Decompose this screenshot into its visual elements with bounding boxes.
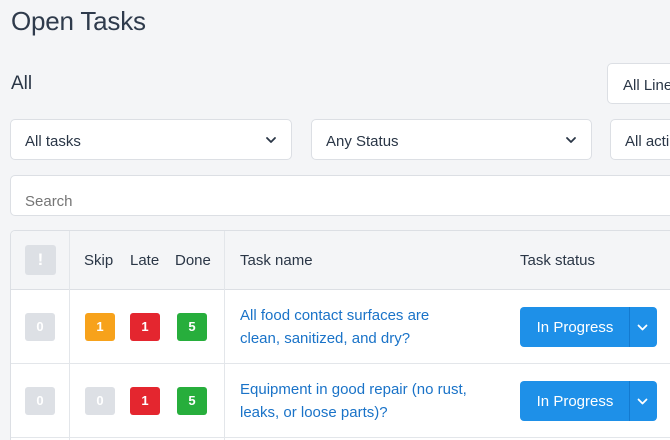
task-name-line: Equipment in good repair (no rust, [240, 381, 467, 398]
late-column-header: Late [130, 252, 160, 269]
status-filter-label: Any Status [326, 133, 399, 150]
chevron-down-icon [266, 137, 276, 143]
task-status-button[interactable]: In Progress [520, 381, 657, 421]
tasks-table: ! Skip Late Done Task name Task status 0… [10, 230, 670, 440]
task-status-label: In Progress [536, 393, 614, 410]
chevron-down-icon [566, 137, 576, 143]
skip-count-badge[interactable]: 1 [85, 313, 115, 341]
tasks-filter-dropdown[interactable]: All tasks [10, 119, 292, 160]
skip-column-header: Skip [84, 252, 114, 269]
alert-count-badge: 0 [25, 313, 55, 341]
chevron-down-icon[interactable] [636, 321, 649, 334]
task-name-line: All food contact surfaces are [240, 307, 430, 324]
button-divider [629, 307, 630, 347]
alert-count-badge: 0 [25, 387, 55, 415]
late-count-badge[interactable]: 1 [130, 387, 160, 415]
table-row: 0 0 1 5 Equipment in good repair (no rus… [11, 364, 670, 438]
activity-filter-dropdown[interactable]: All acti [610, 119, 670, 160]
section-label: All [11, 73, 33, 94]
done-column-header: Done [175, 252, 211, 269]
activity-filter-label: All acti [625, 133, 670, 150]
search-input[interactable] [10, 175, 670, 216]
button-divider [629, 381, 630, 421]
task-status-button[interactable]: In Progress [520, 307, 657, 347]
task-name-link[interactable]: Equipment in good repair (no rust, leaks… [240, 378, 490, 424]
chevron-down-icon[interactable] [636, 395, 649, 408]
task-status-label: In Progress [536, 319, 614, 336]
status-filter-dropdown[interactable]: Any Status [311, 119, 592, 160]
done-count-badge[interactable]: 5 [177, 313, 207, 341]
task-name-column-header[interactable]: Task name [240, 252, 313, 269]
lines-dropdown-label: All Line [623, 77, 670, 94]
task-name-link[interactable]: All food contact surfaces are clean, san… [240, 304, 490, 350]
page-title: Open Tasks [11, 6, 146, 36]
done-count-badge[interactable]: 5 [177, 387, 207, 415]
task-name-line: leaks, or loose parts)? [240, 404, 388, 421]
tasks-filter-label: All tasks [25, 133, 81, 150]
lines-dropdown[interactable]: All Line [607, 63, 670, 104]
table-row: 0 1 1 5 All food contact surfaces are cl… [11, 290, 670, 364]
late-count-badge[interactable]: 1 [130, 313, 160, 341]
table-header: ! Skip Late Done Task name Task status [11, 231, 670, 290]
task-name-line: clean, sanitized, and dry? [240, 330, 411, 347]
task-status-column-header[interactable]: Task status [520, 252, 595, 269]
skip-count-badge[interactable]: 0 [85, 387, 115, 415]
alert-column-header: ! [25, 245, 56, 275]
